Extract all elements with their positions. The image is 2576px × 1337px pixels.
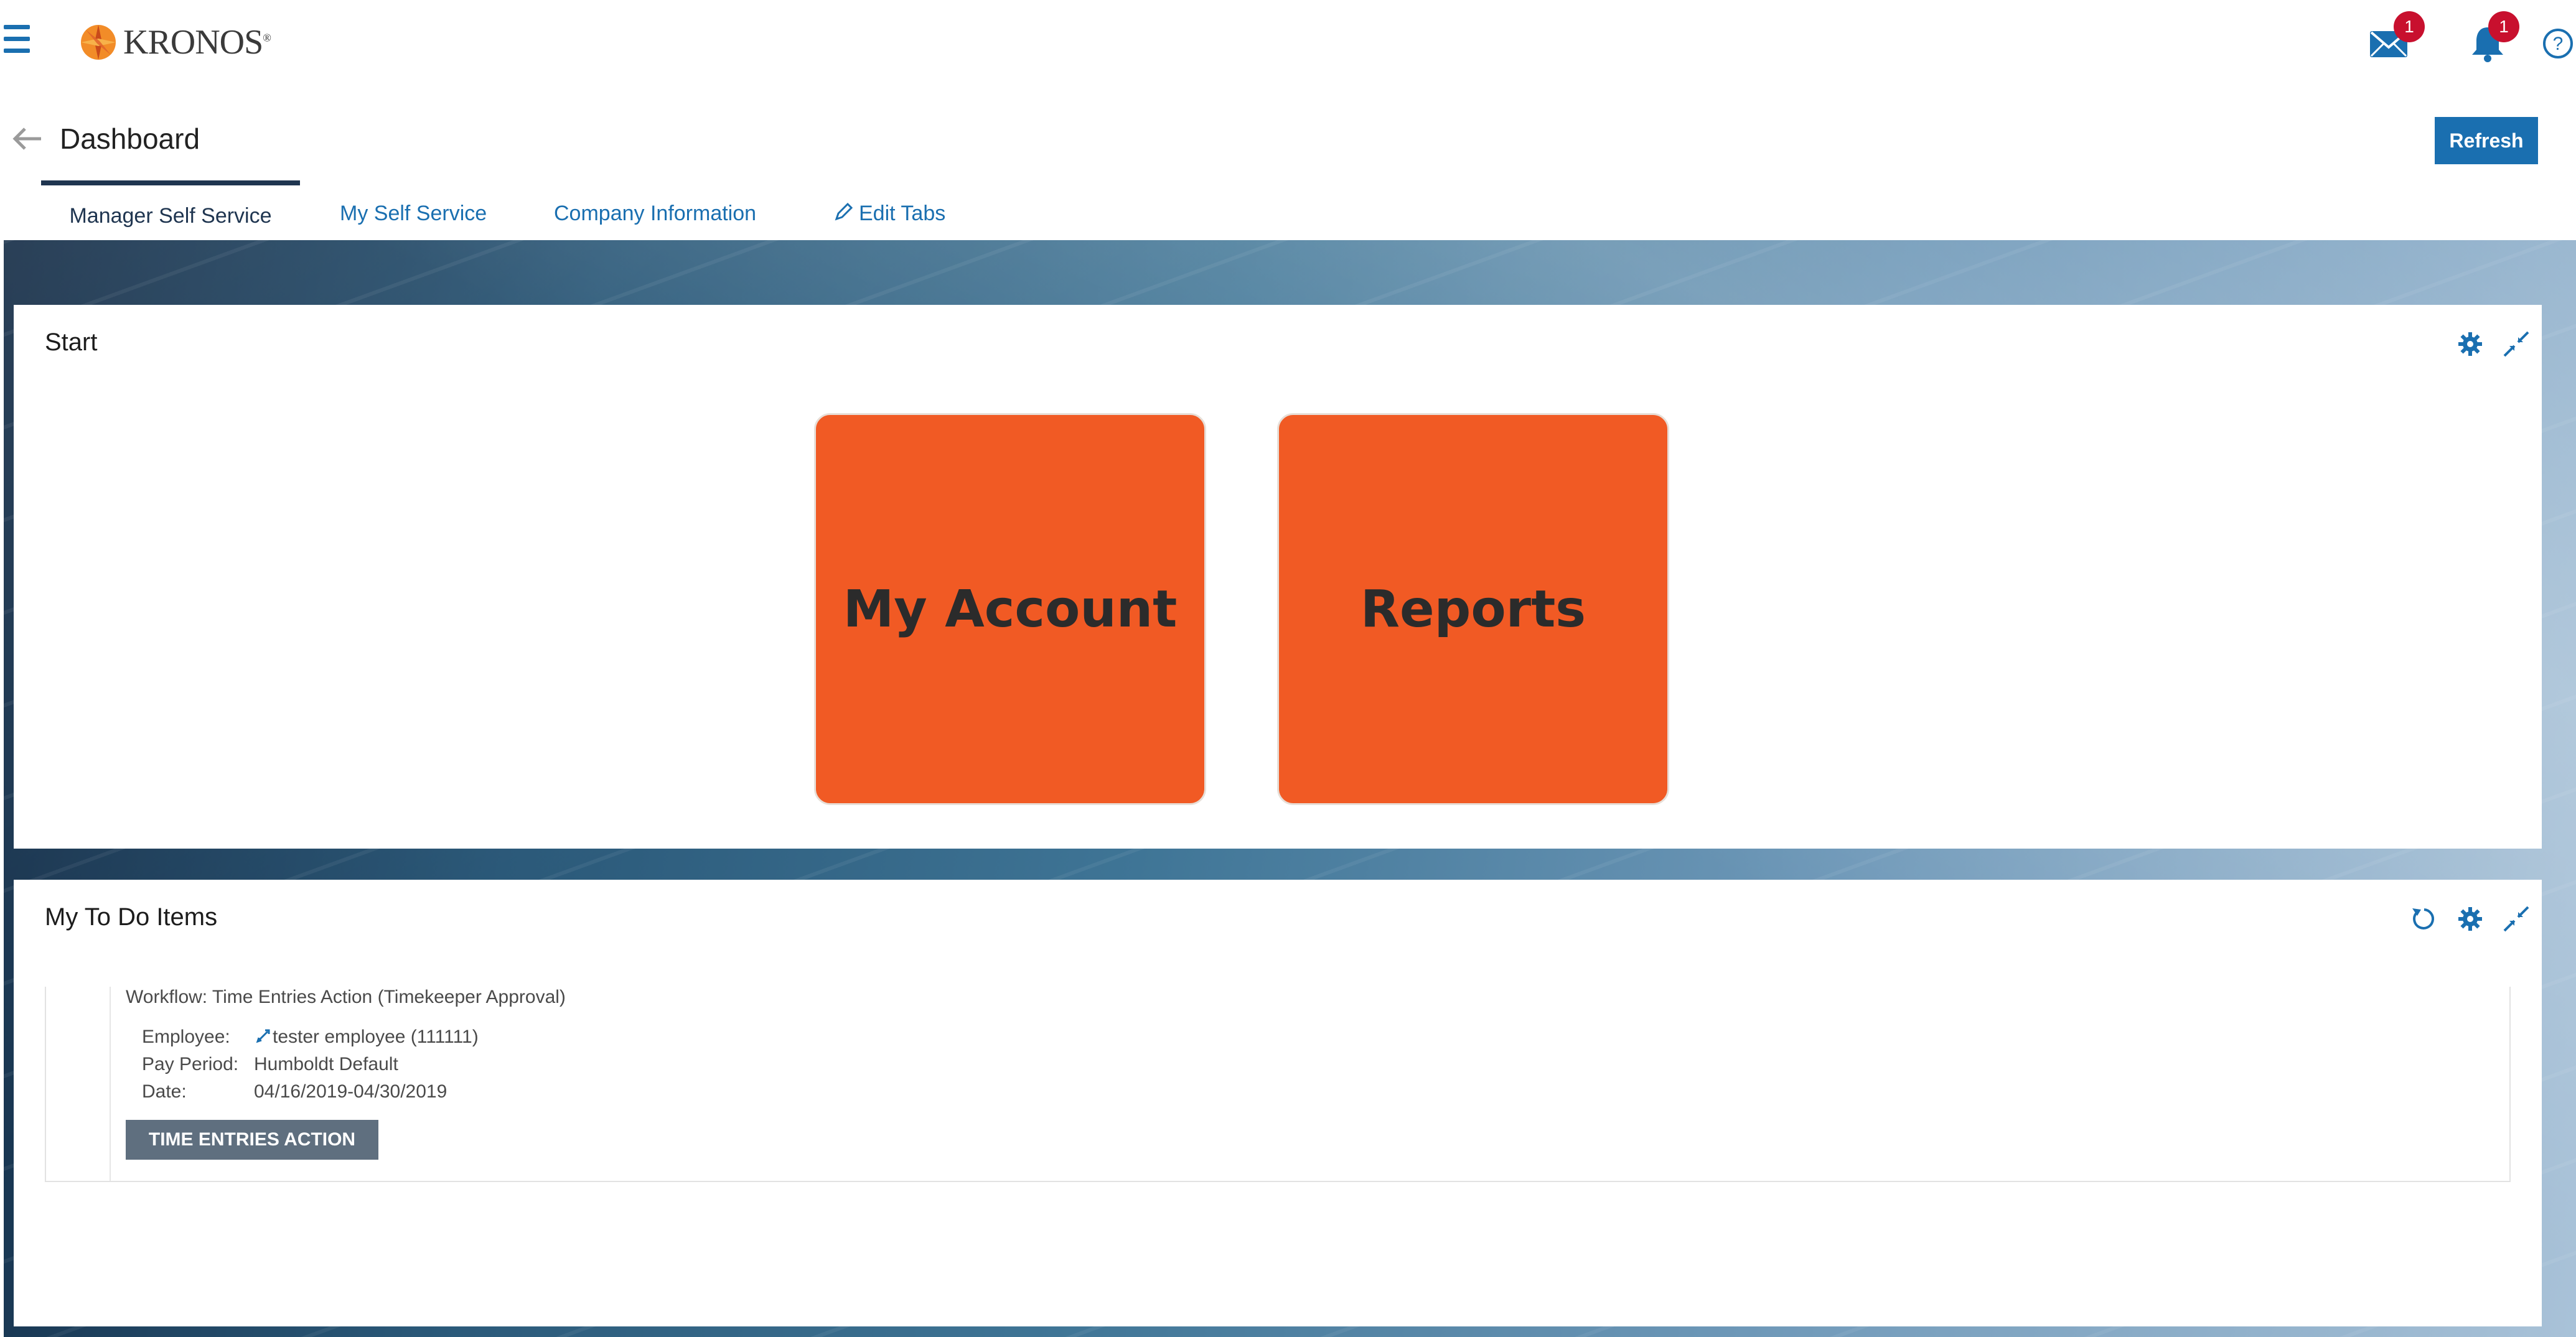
date-label: Date: bbox=[142, 1081, 187, 1102]
bell-badge: 1 bbox=[2488, 11, 2519, 42]
pay-period-value: Humboldt Default bbox=[254, 1054, 398, 1074]
kronos-logo-mark-icon bbox=[81, 25, 116, 60]
back-arrow-icon[interactable] bbox=[10, 122, 44, 156]
todo-panel-tools bbox=[2410, 905, 2531, 933]
todo-panel-title: My To Do Items bbox=[45, 903, 218, 931]
employee-row: Employee: tester employee (111111) bbox=[142, 1027, 479, 1048]
mail-badge: 1 bbox=[2394, 11, 2425, 42]
refresh-icon[interactable] bbox=[2410, 905, 2438, 933]
gear-icon[interactable] bbox=[2456, 330, 2485, 358]
todo-item-card: Workflow: Time Entries Action (Timekeepe… bbox=[45, 987, 2511, 1182]
help-icon[interactable]: ? bbox=[2542, 27, 2574, 60]
start-panel-title: Start bbox=[45, 328, 98, 356]
reports-tile[interactable]: Reports bbox=[1277, 413, 1669, 805]
tab-my-self-service[interactable]: My Self Service bbox=[340, 180, 487, 240]
employee-label: Employee: bbox=[142, 1027, 230, 1047]
tab-manager-self-service[interactable]: Manager Self Service bbox=[41, 180, 300, 245]
date-row: Date: 04/16/2019-04/30/2019 bbox=[142, 1081, 447, 1102]
employee-value[interactable]: tester employee (111111) bbox=[273, 1027, 479, 1047]
start-panel: Start My Account Reports bbox=[14, 305, 2542, 849]
pay-period-row: Pay Period: Humboldt Default bbox=[142, 1054, 398, 1075]
top-header: KRONOS® 1 1 ? bbox=[0, 0, 2576, 87]
svg-text:?: ? bbox=[2553, 34, 2564, 54]
date-value: 04/16/2019-04/30/2019 bbox=[254, 1081, 447, 1102]
gear-icon[interactable] bbox=[2456, 905, 2485, 933]
edit-tabs-link[interactable]: Edit Tabs bbox=[833, 180, 945, 240]
pay-period-label: Pay Period: bbox=[142, 1054, 239, 1074]
logo-text: KRONOS® bbox=[123, 23, 271, 62]
collapse-icon[interactable] bbox=[2502, 330, 2531, 358]
time-entries-action-button[interactable]: TIME ENTRIES ACTION bbox=[126, 1120, 378, 1160]
todo-panel: My To Do Items Workflow: Time Entries Ac… bbox=[14, 880, 2542, 1326]
refresh-button[interactable]: Refresh bbox=[2435, 117, 2538, 164]
my-account-tile[interactable]: My Account bbox=[814, 413, 1206, 805]
collapse-icon[interactable] bbox=[2502, 905, 2531, 933]
pencil-icon bbox=[835, 202, 853, 221]
edit-tabs-label: Edit Tabs bbox=[859, 202, 946, 225]
hamburger-icon[interactable] bbox=[4, 25, 30, 54]
start-panel-tools bbox=[2456, 330, 2531, 358]
page-title: Dashboard bbox=[60, 123, 200, 155]
tab-company-information[interactable]: Company Information bbox=[554, 180, 756, 240]
kronos-logo[interactable]: KRONOS® bbox=[78, 17, 271, 67]
link-icon[interactable] bbox=[254, 1027, 273, 1045]
workflow-title: Workflow: Time Entries Action (Timekeepe… bbox=[126, 987, 566, 1007]
